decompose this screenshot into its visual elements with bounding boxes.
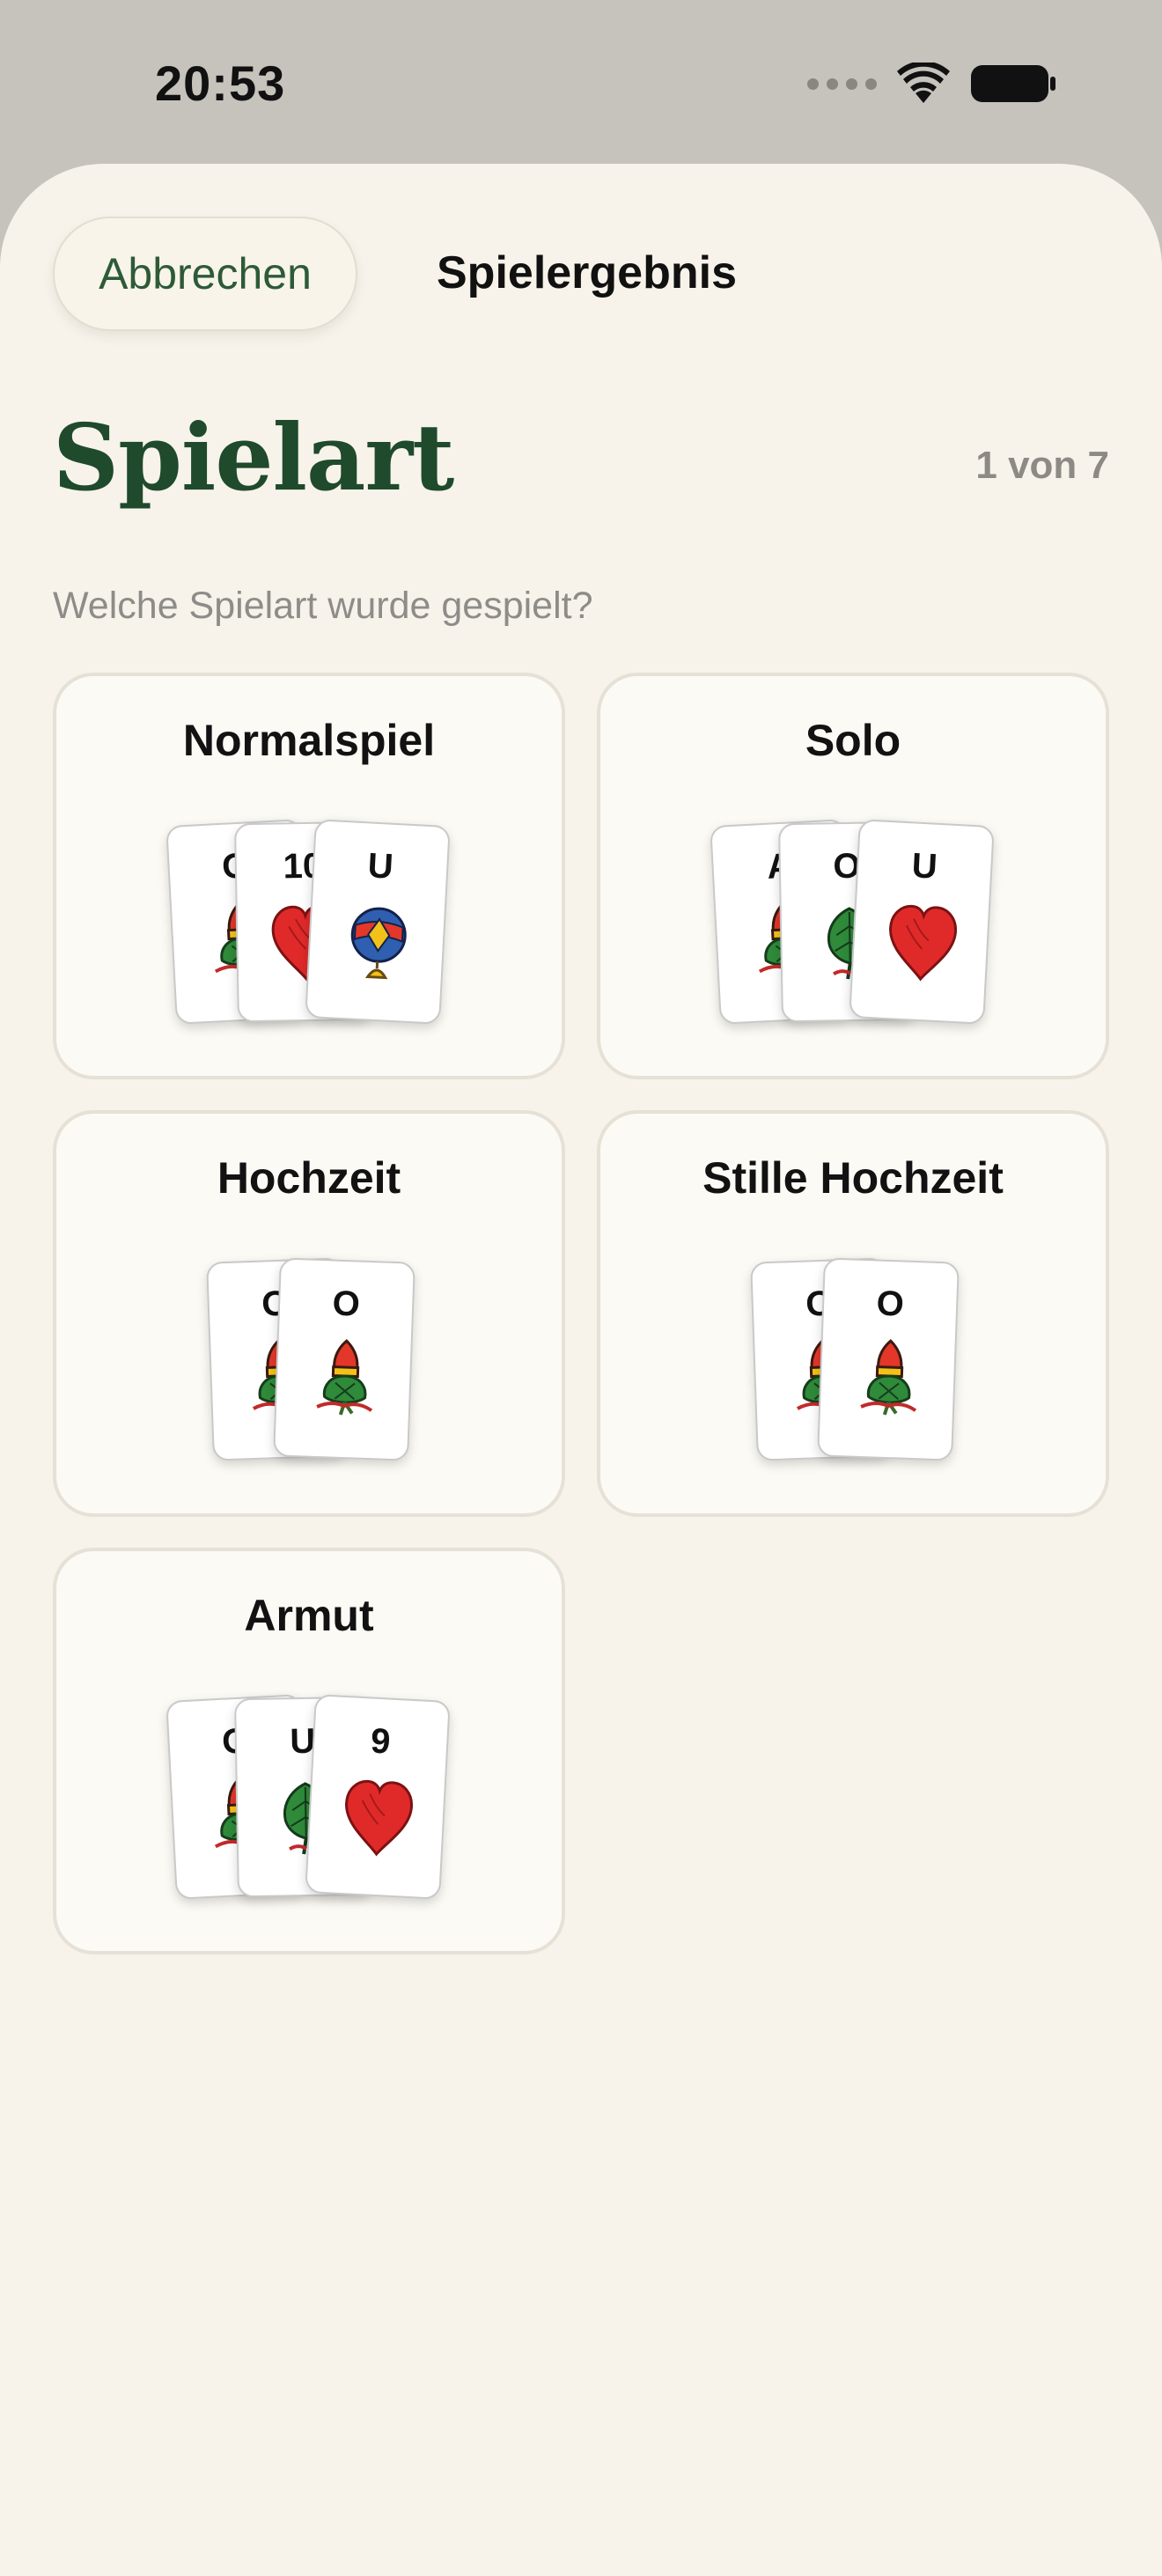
option-title: Normalspiel <box>182 716 436 765</box>
option-card-armut[interactable]: Armut OU9 <box>53 1548 565 1954</box>
cellular-signal-icon <box>807 77 877 90</box>
option-card-solo[interactable]: Solo AOU <box>597 673 1109 1079</box>
card-fan: OO <box>600 1257 1106 1480</box>
playing-card: 9 <box>305 1694 451 1900</box>
battery-icon <box>971 65 1055 102</box>
status-icons <box>807 62 1056 106</box>
question-text: Welche Spielart wurde gespielt? <box>53 585 593 627</box>
herz-icon <box>886 903 959 983</box>
option-title: Solo <box>805 716 901 765</box>
herz-icon <box>342 1778 415 1858</box>
option-title: Stille Hochzeit <box>702 1153 1004 1203</box>
card-fan: O10U <box>56 819 562 1042</box>
status-time: 20:53 <box>155 55 286 111</box>
step-counter: 1 von 7 <box>975 444 1109 487</box>
option-title: Hochzeit <box>217 1153 401 1203</box>
card-rank: O <box>875 1284 905 1324</box>
wifi-icon <box>897 63 950 103</box>
page-title: Spielart <box>53 403 454 512</box>
option-title: Armut <box>244 1591 374 1640</box>
card-rank: U <box>366 846 394 887</box>
card-fan: AOU <box>600 819 1106 1042</box>
cancel-button[interactable]: Abbrechen <box>53 217 357 331</box>
eichel-icon <box>852 1336 927 1424</box>
nav-title: Spielergebnis <box>437 247 737 298</box>
card-rank: 9 <box>370 1721 392 1762</box>
option-card-stille-hochzeit[interactable]: Stille Hochzeit O O <box>597 1110 1109 1517</box>
schellen-icon <box>349 906 408 981</box>
eichel-icon <box>308 1336 383 1424</box>
playing-card: U <box>305 819 451 1025</box>
card-rank: U <box>910 846 938 887</box>
card-fan: OU9 <box>56 1694 562 1917</box>
playing-card: O <box>273 1257 416 1461</box>
card-fan: OO <box>56 1257 562 1480</box>
status-bar: 20:53 <box>0 0 1162 167</box>
option-card-hochzeit[interactable]: Hochzeit O O <box>53 1110 565 1517</box>
playing-card: O <box>817 1257 960 1461</box>
result-sheet: Abbrechen Spielergebnis Spielart 1 von 7… <box>0 164 1162 2576</box>
option-card-normalspiel[interactable]: Normalspiel O10U <box>53 673 565 1079</box>
playing-card: U <box>849 819 995 1025</box>
card-rank: O <box>331 1284 361 1324</box>
